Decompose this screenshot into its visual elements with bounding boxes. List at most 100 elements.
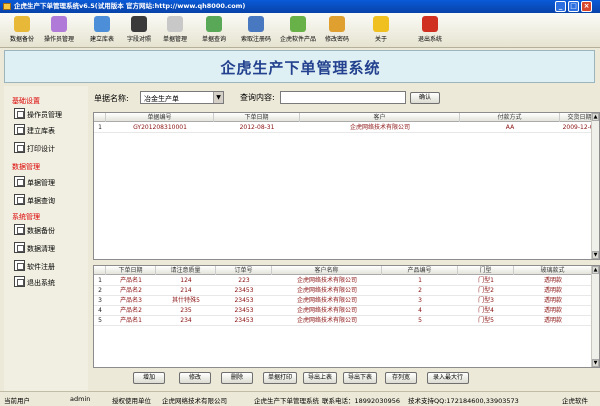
column-header[interactable]: 客户 bbox=[300, 113, 460, 122]
table-cell: 透明款 bbox=[543, 287, 562, 294]
toolbar-order-query-button[interactable]: 单据查询 bbox=[196, 15, 232, 47]
table-cell: 3 bbox=[418, 297, 422, 304]
table-row[interactable]: 3 产品名3 其什特殊5 23453 企虎网络技术有限公司 3 门型3 透明款 bbox=[94, 296, 592, 306]
table-row[interactable]: 5 产品名1 234 23453 企虎网络技术有限公司 5 门型5 透明款 bbox=[94, 316, 592, 326]
delete-button[interactable]: 删除 bbox=[221, 372, 253, 384]
confirm-button[interactable]: 确认 bbox=[410, 92, 440, 104]
sidebar-section-title: 基础设置 bbox=[12, 97, 40, 105]
maximize-button[interactable]: □ bbox=[568, 1, 579, 12]
table-cell: 23453 bbox=[234, 307, 254, 314]
table-cell: 1 bbox=[98, 124, 102, 131]
column-header[interactable]: 门型 bbox=[458, 266, 514, 275]
save-widths-button[interactable]: 存列宽 bbox=[385, 372, 417, 384]
table-row[interactable]: 1 GY201208310001 2012-08-31 企虎网络技术有限公司 AA 200… bbox=[94, 123, 599, 133]
toolbar-data-backup-button[interactable]: 数据备份 bbox=[4, 15, 40, 47]
export-top-button[interactable]: 导出上表 bbox=[303, 372, 337, 384]
table-row[interactable]: 1 产品名1 124 223 企虎网络技术有限公司 1 门型1 透明款 bbox=[94, 276, 592, 286]
status-unit-label: 授权使用单位 bbox=[112, 397, 151, 405]
toolbar-qihu-software-button[interactable]: 企虎软件产品 bbox=[277, 15, 319, 47]
table-row[interactable]: 2 产品名2 214 23453 企虎网络技术有限公司 2 门型2 透明款 bbox=[94, 286, 592, 296]
column-header[interactable]: 请注意质量 bbox=[156, 266, 216, 275]
qihu-software-icon bbox=[290, 16, 306, 32]
toolbar-about-button[interactable]: 关于 bbox=[363, 15, 399, 47]
print-button[interactable]: 单据打印 bbox=[263, 372, 297, 384]
column-header[interactable]: 产品编号 bbox=[382, 266, 458, 275]
column-header[interactable]: 付款方式 bbox=[460, 113, 560, 122]
scroll-up-icon[interactable]: ▲ bbox=[592, 113, 599, 121]
table-cell: 214 bbox=[180, 287, 192, 294]
build-db-icon bbox=[94, 16, 110, 32]
export-bottom-button[interactable]: 导出下表 bbox=[343, 372, 377, 384]
close-button[interactable]: × bbox=[581, 1, 592, 12]
column-header[interactable]: 玻璃款式 bbox=[514, 266, 592, 275]
table-cell: 3 bbox=[98, 297, 102, 304]
table-cell: 透明款 bbox=[543, 277, 562, 284]
table-row[interactable]: 4 产品名2 235 23453 企虎网络技术有限公司 4 门型4 透明款 bbox=[94, 306, 592, 316]
vertical-scrollbar[interactable]: ▲ ▼ bbox=[591, 113, 599, 259]
change-password-icon bbox=[329, 16, 345, 32]
order-details-grid[interactable]: 下单日期 请注意质量 订单号 客户名称 产品编号 门型 玻璃款式 1 产品名1 124 223 企虎网… bbox=[93, 265, 600, 368]
status-phone: 联系电话：18992030956 bbox=[322, 397, 400, 405]
toolbar-change-password-button[interactable]: 修改密码 bbox=[319, 15, 355, 47]
minimize-button[interactable]: _ bbox=[555, 1, 566, 12]
toolbar-operator-mgmt-button[interactable]: 操作员管理 bbox=[41, 15, 77, 47]
add-button[interactable]: 增加 bbox=[133, 372, 165, 384]
toolbar-reg-code-button[interactable]: 索取注册码 bbox=[238, 15, 274, 47]
doc-name-value: 冶金生产单 bbox=[144, 95, 179, 103]
sidebar-section-title: 系统管理 bbox=[12, 213, 40, 221]
module-icon bbox=[14, 242, 25, 253]
status-user: admin bbox=[70, 395, 91, 403]
status-bar: 当前用户 admin 授权使用单位 企虎网络技术有限公司 企虎生产下单管理系统 … bbox=[0, 391, 600, 406]
toolbar-label: 数据备份 bbox=[9, 36, 34, 43]
table-cell: 23453 bbox=[234, 287, 254, 294]
doc-name-select[interactable]: 冶金生产单 ▼ bbox=[140, 91, 224, 104]
table-cell: 透明款 bbox=[543, 317, 562, 324]
toolbar-field-compare-button[interactable]: 字段对照 bbox=[121, 15, 157, 47]
toolbar-label: 单据管理 bbox=[162, 36, 187, 43]
column-header[interactable]: 订单号 bbox=[216, 266, 272, 275]
toolbar-build-db-button[interactable]: 建立库表 bbox=[84, 15, 120, 47]
toolbar-label: 修改密码 bbox=[324, 36, 349, 43]
table-cell: 门型4 bbox=[478, 307, 494, 314]
max-rows-button[interactable]: 录入最大行 bbox=[427, 372, 469, 384]
status-brand: 企虎软件 bbox=[562, 397, 588, 405]
column-header[interactable]: 下单日期 bbox=[106, 266, 156, 275]
column-header[interactable] bbox=[94, 266, 106, 275]
scroll-down-icon[interactable]: ▼ bbox=[592, 359, 599, 367]
module-icon bbox=[14, 108, 25, 119]
table-cell: 门型3 bbox=[478, 297, 494, 304]
reg-code-icon bbox=[248, 16, 264, 32]
table-cell: 产品名1 bbox=[120, 277, 142, 284]
column-header[interactable]: 单据编号 bbox=[106, 113, 214, 122]
table-cell: 2 bbox=[98, 287, 102, 294]
table-cell: 企虎网络技术有限公司 bbox=[296, 317, 357, 324]
table-cell: 4 bbox=[98, 307, 102, 314]
sidebar-item-label: 操作员管理 bbox=[27, 111, 62, 119]
sidebar-item-label: 建立库表 bbox=[27, 127, 55, 135]
column-header[interactable]: 客户名称 bbox=[272, 266, 382, 275]
status-unit: 企虎网络技术有限公司 bbox=[162, 397, 227, 405]
column-header[interactable]: 下单日期 bbox=[214, 113, 300, 122]
window-title: 企虎生产下单管理系统v6.5(试用版本 官方网站:http://www.qh80… bbox=[14, 2, 246, 10]
chevron-down-icon[interactable]: ▼ bbox=[213, 92, 223, 103]
scroll-up-icon[interactable]: ▲ bbox=[592, 266, 599, 274]
scroll-down-icon[interactable]: ▼ bbox=[592, 251, 599, 259]
app-icon bbox=[3, 3, 11, 10]
query-input[interactable] bbox=[280, 91, 406, 104]
table-cell: 23453 bbox=[234, 297, 254, 304]
orders-grid[interactable]: 单据编号 下单日期 客户 付款方式 交货日期 1 GY201208310001 2012-08… bbox=[93, 112, 600, 260]
title-bar: 企虎生产下单管理系统v6.5(试用版本 官方网站:http://www.qh80… bbox=[0, 0, 600, 13]
sidebar-item-label: 软件注册 bbox=[27, 263, 55, 271]
column-header[interactable] bbox=[94, 113, 106, 122]
edit-button[interactable]: 修改 bbox=[179, 372, 211, 384]
toolbar-order-mgmt-button[interactable]: 单据管理 bbox=[157, 15, 193, 47]
exit-icon bbox=[422, 16, 438, 32]
vertical-scrollbar[interactable]: ▲ ▼ bbox=[591, 266, 599, 367]
table-cell: 透明款 bbox=[543, 307, 562, 314]
toolbar-label: 退出系统 bbox=[417, 36, 442, 43]
toolbar-exit-button[interactable]: 退出系统 bbox=[412, 15, 448, 47]
status-product: 企虎生产下单管理系统 bbox=[254, 397, 319, 405]
table-cell: 企虎网络技术有限公司 bbox=[296, 307, 357, 314]
table-cell: 1 bbox=[98, 277, 102, 284]
operator-mgmt-icon bbox=[51, 16, 67, 32]
